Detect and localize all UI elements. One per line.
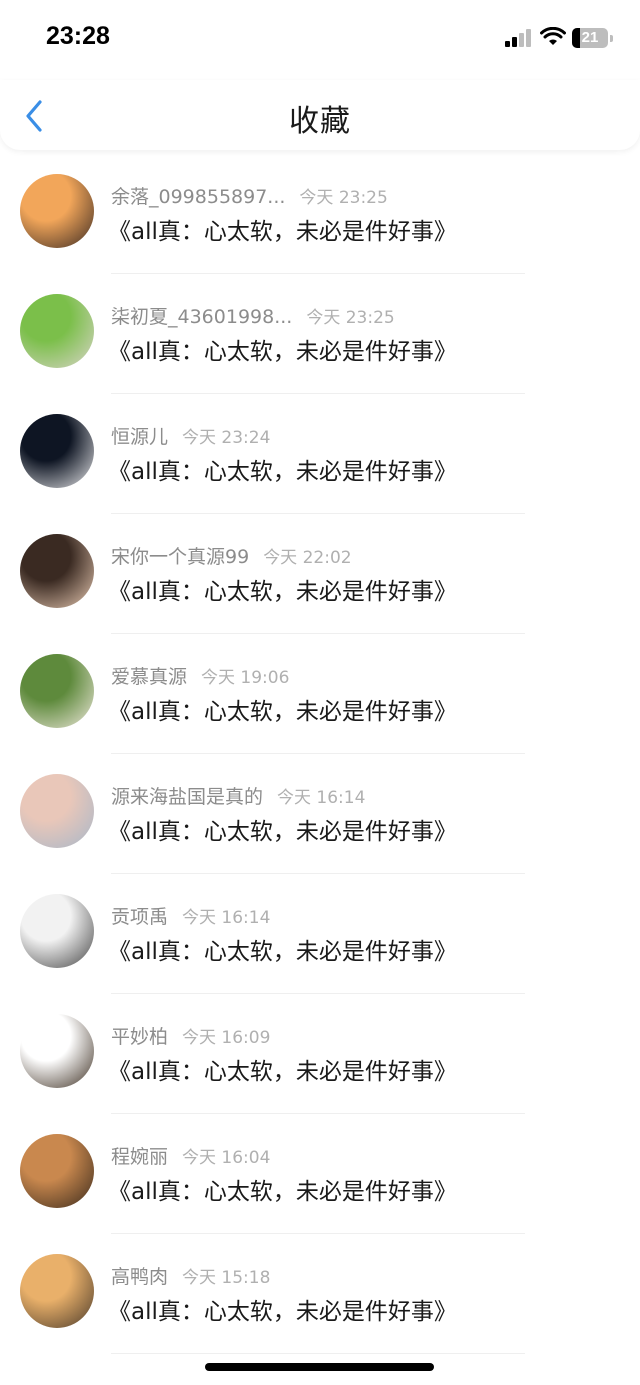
story-title[interactable]: 《all真：心太软，未必是件好事》 bbox=[108, 1052, 457, 1086]
story-title[interactable]: 《all真：心太软，未必是件好事》 bbox=[108, 572, 457, 606]
divider bbox=[111, 1353, 525, 1354]
timestamp: 今天 15:18 bbox=[182, 1268, 271, 1288]
timestamp: 今天 23:25 bbox=[299, 188, 388, 208]
home-indicator[interactable] bbox=[205, 1363, 434, 1371]
favorite-item[interactable]: 恒源儿 今天 23:24 《all真：心太软，未必是件好事》 bbox=[0, 394, 640, 514]
favorite-item[interactable]: 宋你一个真源99 今天 22:02 《all真：心太软，未必是件好事》 bbox=[0, 514, 640, 634]
story-title[interactable]: 《all真：心太软，未必是件好事》 bbox=[108, 812, 457, 846]
story-title[interactable]: 《all真：心太软，未必是件好事》 bbox=[108, 932, 457, 966]
story-title[interactable]: 《all真：心太软，未必是件好事》 bbox=[108, 332, 457, 366]
user-avatar[interactable] bbox=[20, 654, 94, 728]
user-avatar[interactable] bbox=[20, 1134, 94, 1208]
item-meta: 余落_099855897... 今天 23:25 bbox=[111, 182, 388, 208]
user-avatar[interactable] bbox=[20, 774, 94, 848]
user-name[interactable]: 高鸭肉 bbox=[111, 1266, 168, 1288]
timestamp: 今天 23:25 bbox=[306, 308, 395, 328]
wifi-icon bbox=[540, 27, 566, 45]
item-meta: 柒初夏_43601998... 今天 23:25 bbox=[111, 302, 395, 328]
user-name[interactable]: 余落_099855897... bbox=[111, 186, 285, 208]
battery-level: 21 bbox=[581, 29, 599, 46]
timestamp: 今天 19:06 bbox=[201, 668, 290, 688]
user-avatar[interactable] bbox=[20, 174, 94, 248]
story-title[interactable]: 《all真：心太软，未必是件好事》 bbox=[108, 212, 457, 246]
user-name[interactable]: 源来海盐国是真的 bbox=[111, 786, 263, 808]
nav-header: 收藏 bbox=[0, 80, 640, 150]
battery-cap bbox=[610, 35, 613, 42]
favorite-item[interactable]: 平妙柏 今天 16:09 《all真：心太软，未必是件好事》 bbox=[0, 994, 640, 1114]
favorite-item[interactable]: 柒初夏_43601998... 今天 23:25 《all真：心太软，未必是件好事》 bbox=[0, 274, 640, 394]
item-meta: 爱慕真源 今天 19:06 bbox=[111, 662, 289, 688]
timestamp: 今天 16:04 bbox=[182, 1148, 271, 1168]
user-avatar[interactable] bbox=[20, 414, 94, 488]
user-avatar[interactable] bbox=[20, 1254, 94, 1328]
user-avatar[interactable] bbox=[20, 534, 94, 608]
favorite-item[interactable]: 源来海盐国是真的 今天 16:14 《all真：心太软，未必是件好事》 bbox=[0, 754, 640, 874]
timestamp: 今天 22:02 bbox=[263, 548, 352, 568]
favorite-item[interactable]: 程婉丽 今天 16:04 《all真：心太软，未必是件好事》 bbox=[0, 1114, 640, 1234]
item-meta: 恒源儿 今天 23:24 bbox=[111, 422, 270, 448]
user-avatar[interactable] bbox=[20, 894, 94, 968]
item-meta: 平妙柏 今天 16:09 bbox=[111, 1022, 270, 1048]
user-name[interactable]: 程婉丽 bbox=[111, 1146, 168, 1168]
item-meta: 贡项禹 今天 16:14 bbox=[111, 902, 270, 928]
user-avatar[interactable] bbox=[20, 294, 94, 368]
status-time: 23:28 bbox=[46, 22, 110, 50]
user-avatar[interactable] bbox=[20, 1014, 94, 1088]
favorites-list: 余落_099855897... 今天 23:25 《all真：心太软，未必是件好事》… bbox=[0, 154, 640, 1354]
item-meta: 宋你一个真源99 今天 22:02 bbox=[111, 542, 352, 568]
user-name[interactable]: 柒初夏_43601998... bbox=[111, 306, 292, 328]
status-bar: 23:28 21 bbox=[0, 0, 640, 80]
user-name[interactable]: 平妙柏 bbox=[111, 1026, 168, 1048]
user-name[interactable]: 宋你一个真源99 bbox=[111, 546, 249, 568]
timestamp: 今天 16:09 bbox=[182, 1028, 271, 1048]
page-title: 收藏 bbox=[289, 104, 351, 139]
battery-icon: 21 bbox=[572, 28, 608, 48]
story-title[interactable]: 《all真：心太软，未必是件好事》 bbox=[108, 692, 457, 726]
story-title[interactable]: 《all真：心太软，未必是件好事》 bbox=[108, 1292, 457, 1326]
favorite-item[interactable]: 余落_099855897... 今天 23:25 《all真：心太软，未必是件好事》 bbox=[0, 154, 640, 274]
favorite-item[interactable]: 贡项禹 今天 16:14 《all真：心太软，未必是件好事》 bbox=[0, 874, 640, 994]
user-name[interactable]: 爱慕真源 bbox=[111, 666, 187, 688]
story-title[interactable]: 《all真：心太软，未必是件好事》 bbox=[108, 452, 457, 486]
favorite-item[interactable]: 高鸭肉 今天 15:18 《all真：心太软，未必是件好事》 bbox=[0, 1234, 640, 1354]
story-title[interactable]: 《all真：心太软，未必是件好事》 bbox=[108, 1172, 457, 1206]
favorite-item[interactable]: 爱慕真源 今天 19:06 《all真：心太软，未必是件好事》 bbox=[0, 634, 640, 754]
item-meta: 程婉丽 今天 16:04 bbox=[111, 1142, 270, 1168]
item-meta: 高鸭肉 今天 15:18 bbox=[111, 1262, 270, 1288]
timestamp: 今天 16:14 bbox=[182, 908, 271, 928]
timestamp: 今天 23:24 bbox=[182, 428, 271, 448]
cellular-signal-icon bbox=[505, 29, 535, 47]
user-name[interactable]: 贡项禹 bbox=[111, 906, 168, 928]
timestamp: 今天 16:14 bbox=[277, 788, 366, 808]
item-meta: 源来海盐国是真的 今天 16:14 bbox=[111, 782, 365, 808]
user-name[interactable]: 恒源儿 bbox=[111, 426, 168, 448]
